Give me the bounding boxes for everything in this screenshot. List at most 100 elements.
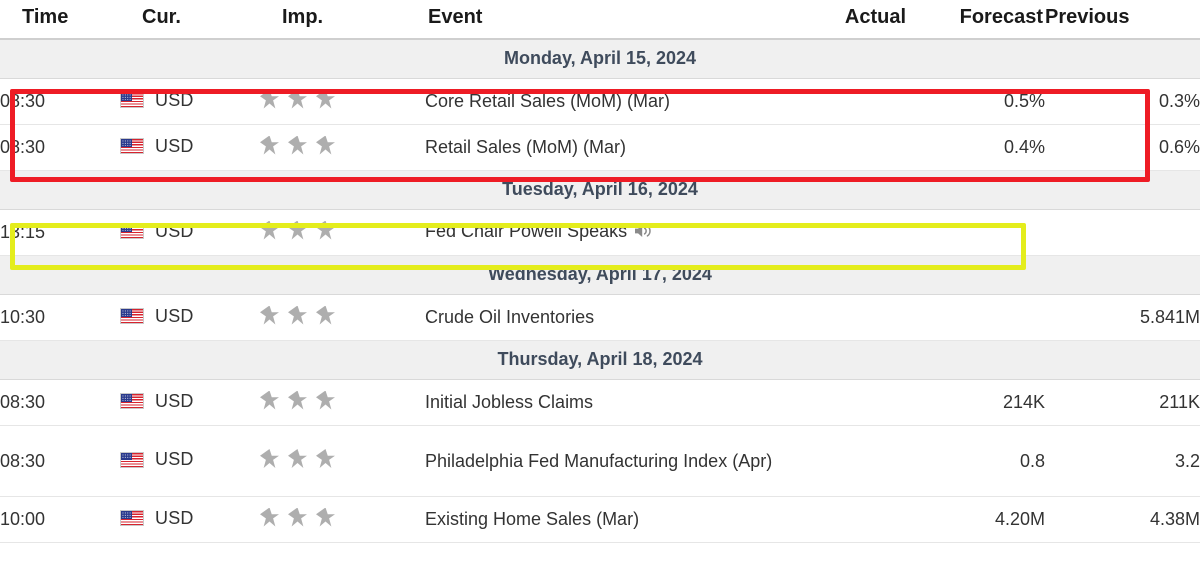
cell-actual [785, 294, 910, 341]
star-icon [260, 220, 279, 240]
economic-calendar-table: Time Cur. Imp. Event Actual Forecast Pre… [0, 0, 1200, 543]
star-icon [288, 89, 307, 109]
importance-stars [260, 220, 335, 240]
star-icon [288, 220, 307, 240]
currency-wrap: USD [120, 391, 194, 412]
cell-currency: USD [120, 124, 260, 171]
table-row[interactable]: 08:30 USD Core Retail Sales (MoM) (Mar) 0.5… [0, 78, 1200, 125]
speaker-icon[interactable] [634, 219, 653, 248]
column-header-currency[interactable]: Cur. [120, 0, 260, 40]
economic-calendar: Time Cur. Imp. Event Actual Forecast Pre… [0, 0, 1200, 567]
cell-previous: 211K [1045, 379, 1200, 426]
star-icon [260, 135, 279, 155]
table-row[interactable]: 08:30 USD Philadelphia Fed Manufacturing I… [0, 425, 1200, 497]
cell-event[interactable]: Crude Oil Inventories [425, 294, 785, 341]
currency-wrap: USD [120, 449, 194, 470]
star-icon [288, 449, 307, 468]
currency-wrap: USD [120, 221, 194, 242]
table-body: Monday, April 15, 2024 08:30 USD Core Retai… [0, 38, 1200, 543]
cell-event[interactable]: Initial Jobless Claims [425, 379, 785, 426]
column-header-previous[interactable]: Previous [1045, 0, 1200, 40]
cell-forecast [910, 294, 1045, 341]
importance-stars [260, 507, 335, 527]
event-title[interactable]: Initial Jobless Claims [425, 392, 593, 412]
star-icon [260, 449, 279, 468]
cell-time: 10:30 [0, 294, 120, 341]
star-icon [316, 89, 335, 109]
currency-code: USD [155, 449, 194, 470]
day-header-row: Thursday, April 18, 2024 [0, 340, 1200, 380]
us-flag-icon [120, 138, 144, 155]
star-icon [316, 507, 335, 527]
cell-importance [260, 124, 425, 171]
cell-time: 08:30 [0, 425, 120, 497]
column-header-event[interactable]: Event [425, 0, 785, 40]
cell-event[interactable]: Philadelphia Fed Manufacturing Index (Ap… [425, 425, 785, 497]
table-row[interactable]: 13:15 USD Fed Chair Powell Speaks [0, 209, 1200, 256]
cell-forecast: 4.20M [910, 496, 1045, 543]
cell-actual [785, 209, 910, 256]
column-header-time[interactable]: Time [0, 0, 120, 40]
table-row[interactable]: 08:30 USD Initial Jobless Claims 214K 211K [0, 379, 1200, 426]
event-title[interactable]: Fed Chair Powell Speaks [425, 221, 627, 241]
cell-currency: USD [120, 496, 260, 543]
cell-previous [1045, 209, 1200, 256]
cell-previous: 4.38M [1045, 496, 1200, 543]
cell-importance [260, 209, 425, 256]
cell-forecast: 0.8 [910, 425, 1045, 497]
table-header: Time Cur. Imp. Event Actual Forecast Pre… [0, 0, 1200, 40]
cell-actual [785, 379, 910, 426]
event-title[interactable]: Existing Home Sales (Mar) [425, 509, 639, 529]
star-icon [316, 220, 335, 240]
event-title[interactable]: Crude Oil Inventories [425, 307, 594, 327]
table-row[interactable]: 10:30 USD Crude Oil Inventories 5.841M [0, 294, 1200, 341]
cell-actual [785, 78, 910, 125]
cell-currency: USD [120, 379, 260, 426]
star-icon [316, 305, 335, 325]
cell-currency: USD [120, 294, 260, 341]
us-flag-icon [120, 393, 144, 410]
cell-event[interactable]: Core Retail Sales (MoM) (Mar) [425, 78, 785, 125]
cell-forecast [910, 209, 1045, 256]
cell-previous: 5.841M [1045, 294, 1200, 341]
star-icon [288, 135, 307, 155]
currency-code: USD [155, 390, 194, 411]
us-flag-icon [120, 223, 144, 240]
day-header-label: Tuesday, April 16, 2024 [0, 170, 1200, 210]
cell-time: 08:30 [0, 124, 120, 171]
event-title[interactable]: Core Retail Sales (MoM) (Mar) [425, 91, 670, 111]
day-header-label: Monday, April 15, 2024 [0, 38, 1200, 79]
table-row[interactable]: 10:00 USD Existing Home Sales (Mar) 4.20M 4.… [0, 496, 1200, 543]
cell-previous: 3.2 [1045, 425, 1200, 497]
cell-forecast: 0.4% [910, 124, 1045, 171]
cell-event[interactable]: Fed Chair Powell Speaks [425, 209, 785, 256]
event-title[interactable]: Philadelphia Fed Manufacturing Index (Ap… [425, 451, 772, 471]
star-icon [316, 135, 335, 155]
day-header-label: Wednesday, April 17, 2024 [0, 255, 1200, 295]
cell-event[interactable]: Retail Sales (MoM) (Mar) [425, 124, 785, 171]
event-title[interactable]: Retail Sales (MoM) (Mar) [425, 137, 626, 157]
column-header-forecast[interactable]: Forecast [910, 0, 1045, 40]
cell-actual [785, 496, 910, 543]
star-icon [260, 507, 279, 527]
column-header-importance[interactable]: Imp. [260, 0, 425, 40]
importance-stars [260, 390, 335, 410]
star-icon [288, 507, 307, 527]
cell-currency: USD [120, 209, 260, 256]
importance-stars [260, 89, 335, 109]
currency-code: USD [155, 305, 194, 326]
cell-previous: 0.3% [1045, 78, 1200, 125]
currency-code: USD [155, 220, 194, 241]
us-flag-icon [120, 92, 144, 109]
cell-importance [260, 496, 425, 543]
cell-forecast: 214K [910, 379, 1045, 426]
currency-code: USD [155, 89, 194, 110]
currency-code: USD [155, 135, 194, 156]
cell-event[interactable]: Existing Home Sales (Mar) [425, 496, 785, 543]
importance-stars [260, 449, 335, 468]
table-row[interactable]: 08:30 USD Retail Sales (MoM) (Mar) 0.4% 0.6% [0, 124, 1200, 171]
cell-actual [785, 124, 910, 171]
cell-importance [260, 425, 425, 497]
us-flag-icon [120, 308, 144, 325]
column-header-actual[interactable]: Actual [785, 0, 910, 40]
